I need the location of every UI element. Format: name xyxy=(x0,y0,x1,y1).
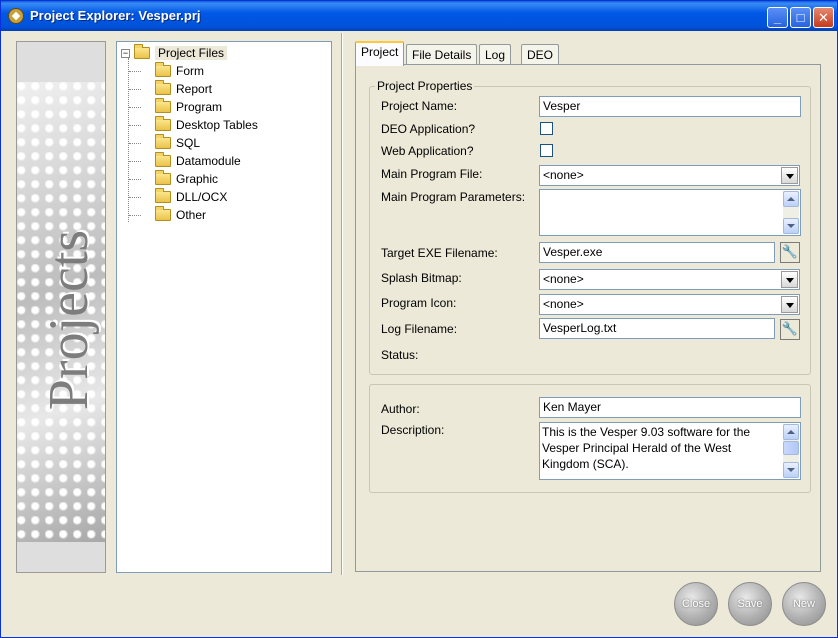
description-label: Description: xyxy=(381,423,445,437)
splitter[interactable] xyxy=(341,33,343,575)
tree-item[interactable]: Desktop Tables xyxy=(155,116,258,134)
tree-item-label[interactable]: Other xyxy=(176,208,206,222)
tab-log[interactable]: Log xyxy=(479,44,512,65)
chevron-down-icon[interactable] xyxy=(781,296,798,313)
tab-file-details[interactable]: File Details xyxy=(406,44,478,65)
close-window-button[interactable]: ✕ xyxy=(813,7,834,28)
chevron-down-icon[interactable] xyxy=(781,167,798,184)
splash-bitmap-value: <none> xyxy=(543,272,584,286)
program-icon-select[interactable]: <none> xyxy=(539,294,800,315)
scroll-up-icon[interactable] xyxy=(783,424,799,440)
window-title: Project Explorer: Vesper.prj xyxy=(30,8,201,23)
main-program-file-value: <none> xyxy=(543,168,584,182)
tree-item[interactable]: DLL/OCX xyxy=(155,188,227,206)
tree-item-label[interactable]: SQL xyxy=(176,136,200,150)
project-files-tree[interactable]: − Project Files Form Report Program Desktop… xyxy=(116,41,332,573)
tree-connector xyxy=(129,89,141,90)
tree-connector xyxy=(129,161,141,162)
main-program-file-select[interactable]: <none> xyxy=(539,165,800,186)
description-value: This is the Vesper 9.03 software for the… xyxy=(542,425,751,471)
tree-item[interactable]: Graphic xyxy=(155,170,218,188)
folder-icon xyxy=(155,134,171,149)
description-scrollbar[interactable] xyxy=(783,424,799,478)
tree-item[interactable]: SQL xyxy=(155,134,200,152)
tree-connector xyxy=(129,107,141,108)
wrench-icon[interactable]: 🔧 xyxy=(780,319,800,340)
target-exe-field[interactable]: Vesper.exe xyxy=(539,242,775,263)
tree-item[interactable]: Report xyxy=(155,80,212,98)
folder-icon xyxy=(155,116,171,131)
status-label: Status: xyxy=(381,348,419,362)
tree-item[interactable]: Program xyxy=(155,98,222,116)
tree-item-label[interactable]: Datamodule xyxy=(176,154,241,168)
tree-item[interactable]: Other xyxy=(155,206,206,224)
tree-connector xyxy=(129,71,141,72)
splash-bitmap-select[interactable]: <none> xyxy=(539,269,800,290)
tree-item[interactable]: Datamodule xyxy=(155,152,241,170)
project-explorer-window: Project Explorer: Vesper.prj _ □ ✕ Proje… xyxy=(0,0,838,638)
wrench-icon[interactable]: 🔧 xyxy=(780,242,800,263)
banner-label: Projects xyxy=(38,229,100,411)
title-bar[interactable]: Project Explorer: Vesper.prj _ □ ✕ xyxy=(1,1,837,31)
web-application-label: Web Application? xyxy=(381,144,474,158)
app-icon xyxy=(8,8,24,24)
web-application-checkbox[interactable] xyxy=(540,144,553,157)
folder-icon xyxy=(155,80,171,95)
deo-application-checkbox[interactable] xyxy=(540,122,553,135)
project-name-field[interactable]: Vesper xyxy=(539,96,801,117)
close-button[interactable]: Close xyxy=(674,582,718,626)
main-program-file-label: Main Program File: xyxy=(381,167,483,181)
tab-deo[interactable]: DEO xyxy=(521,44,560,65)
minimize-button[interactable]: _ xyxy=(767,7,788,28)
folder-icon xyxy=(155,62,171,77)
maximize-button[interactable]: □ xyxy=(790,7,811,28)
parameters-scrollbar[interactable] xyxy=(783,191,799,234)
tree-root[interactable]: − Project Files xyxy=(121,44,228,62)
program-icon-value: <none> xyxy=(543,297,584,311)
tree-item-label[interactable]: DLL/OCX xyxy=(176,190,227,204)
folder-icon xyxy=(134,44,150,59)
description-field[interactable]: This is the Vesper 9.03 software for the… xyxy=(539,422,801,480)
log-filename-field[interactable]: VesperLog.txt xyxy=(539,318,775,339)
tree-item-label[interactable]: Program xyxy=(176,100,222,114)
tree-connector xyxy=(129,143,141,144)
tree-item-label[interactable]: Desktop Tables xyxy=(176,118,258,132)
tree-item-label[interactable]: Report xyxy=(176,82,212,96)
folder-icon xyxy=(155,188,171,203)
tree-item[interactable]: Form xyxy=(155,62,204,80)
author-field[interactable]: Ken Mayer xyxy=(539,397,801,418)
projects-banner: Projects xyxy=(16,41,106,573)
splash-bitmap-label: Splash Bitmap: xyxy=(381,271,462,285)
target-exe-label: Target EXE Filename: xyxy=(381,246,498,260)
collapse-icon[interactable]: − xyxy=(121,48,130,58)
scroll-down-icon[interactable] xyxy=(783,462,799,478)
deo-application-label: DEO Application? xyxy=(381,122,476,136)
tree-item-label[interactable]: Form xyxy=(176,64,204,78)
tree-connector xyxy=(129,215,141,216)
scroll-down-icon[interactable] xyxy=(783,218,799,234)
tree-item-label[interactable]: Graphic xyxy=(176,172,218,186)
tree-connector xyxy=(129,197,141,198)
new-button[interactable]: New xyxy=(782,582,826,626)
scroll-up-icon[interactable] xyxy=(783,191,799,207)
folder-icon xyxy=(155,152,171,167)
folder-icon xyxy=(155,170,171,185)
folder-icon xyxy=(155,98,171,113)
tree-connector xyxy=(129,125,141,126)
tree-connector xyxy=(129,179,141,180)
program-icon-label: Program Icon: xyxy=(381,296,457,310)
tree-root-label[interactable]: Project Files xyxy=(155,46,228,60)
save-button[interactable]: Save xyxy=(728,582,772,626)
project-properties-title: Project Properties xyxy=(375,79,475,93)
tab-project[interactable]: Project xyxy=(355,41,405,66)
main-program-parameters-field[interactable] xyxy=(539,189,801,236)
main-program-parameters-label: Main Program Parameters: xyxy=(381,190,526,204)
log-filename-label: Log Filename: xyxy=(381,322,458,336)
author-label: Author: xyxy=(381,402,420,416)
scroll-thumb[interactable] xyxy=(783,441,799,455)
chevron-down-icon[interactable] xyxy=(781,271,798,288)
folder-icon xyxy=(155,206,171,221)
project-name-label: Project Name: xyxy=(381,99,458,113)
